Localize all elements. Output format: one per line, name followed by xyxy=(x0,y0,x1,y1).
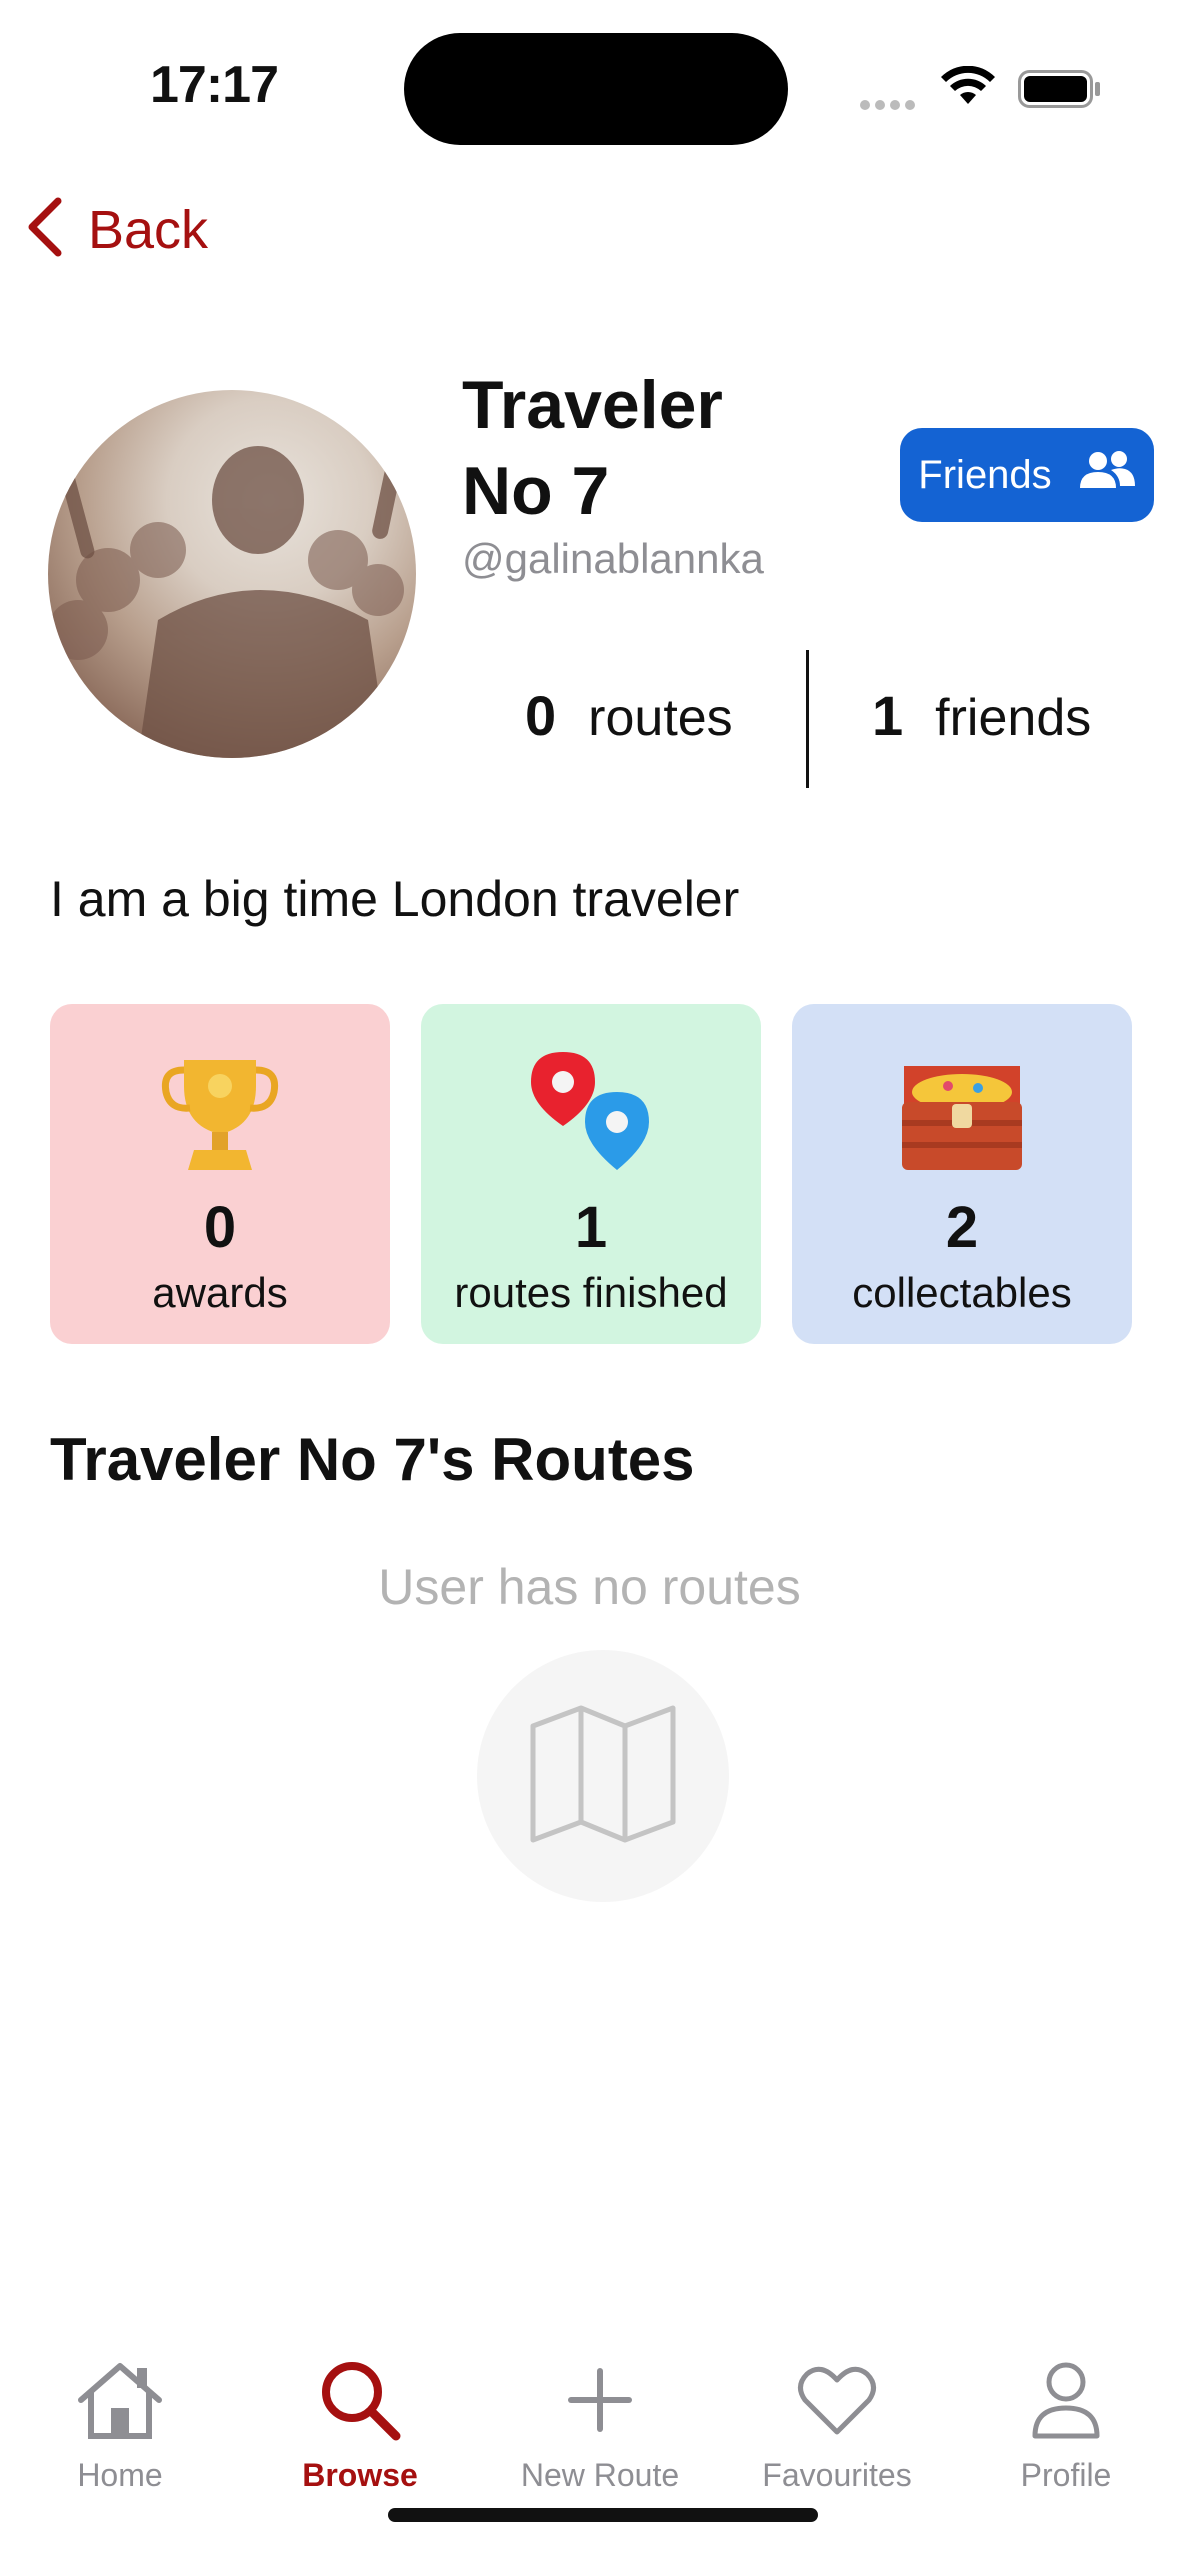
tab-profile[interactable]: Profile xyxy=(966,2355,1166,2494)
people-icon xyxy=(1078,450,1136,500)
treasure-chest-icon xyxy=(892,1046,1032,1178)
profile-bio: I am a big time London traveler xyxy=(50,871,740,927)
back-label: Back xyxy=(88,199,209,260)
routes-stat[interactable]: 0 routes xyxy=(525,683,733,748)
map-icon xyxy=(523,1694,683,1859)
awards-card[interactable]: 0 awards xyxy=(50,1004,390,1344)
awards-count: 0 xyxy=(203,1195,237,1260)
tab-new-route-label: New Route xyxy=(520,2457,680,2493)
friends-label: friends xyxy=(935,689,1092,747)
friends-button[interactable]: Friends xyxy=(900,428,1154,522)
wifi-icon xyxy=(940,65,996,113)
heart-icon xyxy=(797,2355,877,2445)
tab-home[interactable]: Home xyxy=(20,2355,220,2494)
friends-stat[interactable]: 1 friends xyxy=(872,683,1091,748)
cellular-signal-icon xyxy=(860,97,920,115)
dynamic-island xyxy=(404,33,788,145)
routes-section-title: Traveler No 7's Routes xyxy=(50,1426,695,1493)
awards-label: awards xyxy=(152,1269,288,1316)
person-icon xyxy=(1029,2355,1103,2445)
chevron-left-icon xyxy=(22,195,66,264)
profile-name-line2: No 7 xyxy=(462,453,610,529)
tab-bar: Home Browse New Route Favourites Profile xyxy=(0,2355,1179,2505)
empty-routes-text: User has no routes xyxy=(378,1559,801,1615)
tab-favourites-label: Favourites xyxy=(762,2457,912,2493)
tab-favourites[interactable]: Favourites xyxy=(737,2355,937,2494)
routes-label: routes xyxy=(588,689,733,747)
home-icon xyxy=(75,2355,165,2445)
tab-profile-label: Profile xyxy=(1020,2457,1112,2493)
status-time: 17:17 xyxy=(150,56,279,114)
routes-finished-count: 1 xyxy=(574,1195,608,1260)
profile-name: Traveler No 7 xyxy=(462,362,762,534)
empty-routes-illustration xyxy=(477,1650,729,1902)
battery-icon xyxy=(1018,70,1102,113)
routes-count: 0 xyxy=(525,684,557,747)
tab-browse[interactable]: Browse xyxy=(260,2355,460,2494)
home-indicator xyxy=(388,2508,818,2522)
search-icon xyxy=(318,2355,402,2445)
tab-new-route[interactable]: New Route xyxy=(500,2355,700,2494)
friends-button-label: Friends xyxy=(918,452,1052,497)
tab-browse-label: Browse xyxy=(302,2457,418,2493)
routes-finished-label: routes finished xyxy=(454,1269,728,1316)
tab-home-label: Home xyxy=(77,2457,163,2493)
profile-handle: @galinablannka xyxy=(462,535,764,582)
profile-name-line1: Traveler xyxy=(462,367,723,443)
collectables-card[interactable]: 2 collectables xyxy=(792,1004,1132,1344)
friends-count: 1 xyxy=(872,684,904,747)
map-pins-icon xyxy=(511,1046,671,1178)
routes-finished-card[interactable]: 1 routes finished xyxy=(421,1004,761,1344)
stats-divider xyxy=(806,650,809,788)
collectables-label: collectables xyxy=(852,1269,1072,1316)
plus-icon xyxy=(565,2355,635,2445)
trophy-icon xyxy=(154,1046,286,1178)
collectables-count: 2 xyxy=(945,1195,979,1260)
avatar xyxy=(48,390,416,758)
back-button[interactable]: Back xyxy=(22,195,208,264)
